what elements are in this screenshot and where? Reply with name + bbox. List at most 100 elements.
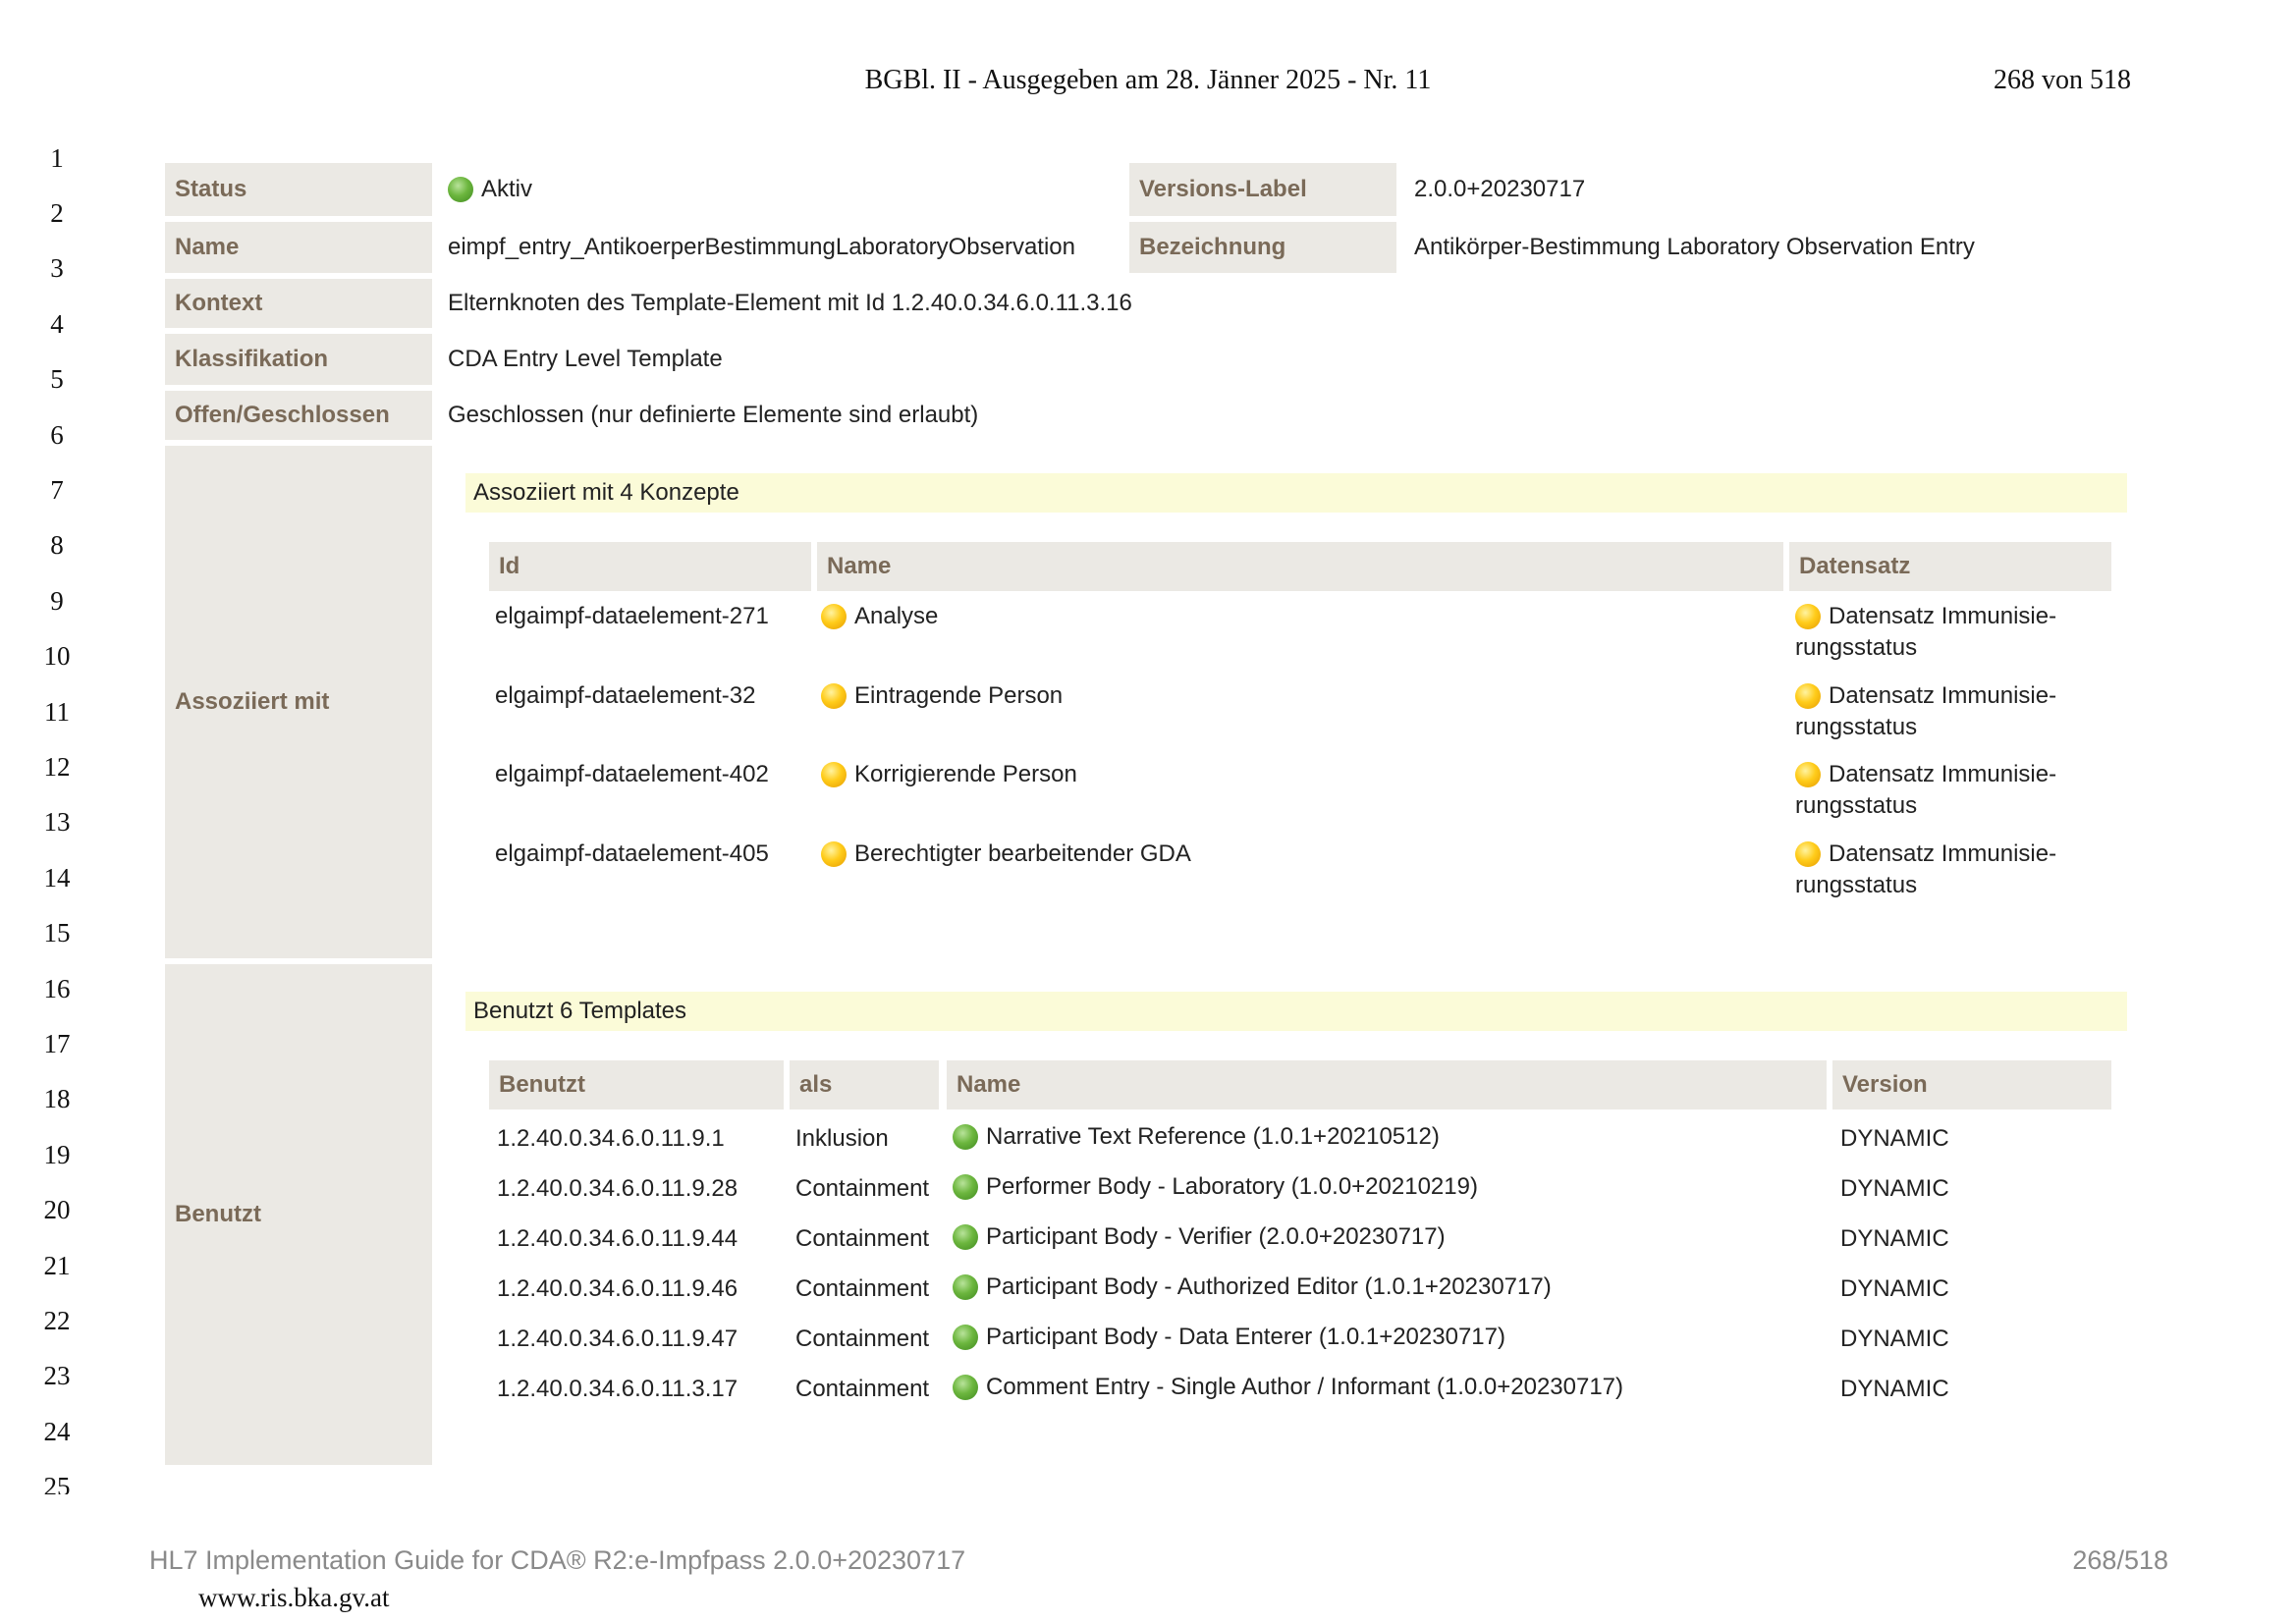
bezeichnung-value: Antikörper-Bestimmung Laboratory Observa… <box>1414 234 1975 260</box>
active-template-icon <box>953 1375 978 1400</box>
template-id: 1.2.40.0.34.6.0.11.9.46 <box>497 1275 738 1302</box>
concept-name: Korrigierende Person <box>821 759 1077 790</box>
active-template-icon <box>953 1224 978 1250</box>
kontext-value: Elternknoten des Template-Element mit Id… <box>448 290 1132 316</box>
footer-page-number: 268/518 <box>2072 1545 2168 1575</box>
concept-icon <box>821 762 847 787</box>
concept-datensatz-cont: rungsstatus <box>1795 872 1918 898</box>
line-number: 25 <box>43 1472 71 1494</box>
concept-name: Analyse <box>821 601 938 632</box>
benutzt-label: Benutzt <box>165 964 432 1465</box>
line-number: 2 <box>50 198 64 228</box>
active-template-icon <box>953 1325 978 1350</box>
line-number-gutter: 1 2 3 4 5 6 7 8 9 10 11 12 13 14 15 16 1… <box>27 143 86 1494</box>
dataset-text: Datensatz Immunisie- <box>1829 603 2057 629</box>
line-number: 20 <box>43 1195 71 1224</box>
bezeichnung-label: Bezeichnung <box>1129 222 1396 273</box>
line-number: 15 <box>43 918 71 947</box>
versions-label-label: Versions-Label <box>1129 163 1396 216</box>
template-als: Containment <box>795 1376 930 1402</box>
concept-icon <box>821 683 847 709</box>
template-version: DYNAMIC <box>1840 1125 1949 1152</box>
klassifikation-label: Klassifikation <box>165 334 432 385</box>
line-number: 17 <box>43 1029 71 1058</box>
concept-datensatz-cont: rungsstatus <box>1795 792 1918 819</box>
versions-label-value: 2.0.0+20230717 <box>1414 176 1586 202</box>
template-als: Containment <box>795 1175 930 1202</box>
benutzt-band: Benutzt 6 Templates <box>465 992 2127 1031</box>
template-col-version: Version <box>1832 1060 2111 1109</box>
line-number: 11 <box>44 697 70 727</box>
template-version: DYNAMIC <box>1840 1225 1949 1252</box>
line-number: 14 <box>43 863 71 893</box>
concept-datensatz: Datensatz Immunisie- <box>1795 839 2056 870</box>
active-template-icon <box>953 1124 978 1150</box>
line-number: 13 <box>43 807 71 837</box>
line-number: 1 <box>50 143 64 173</box>
concept-name: Eintragende Person <box>821 680 1063 712</box>
template-name: Comment Entry - Single Author / Informan… <box>953 1372 1623 1403</box>
dataset-icon <box>1795 762 1821 787</box>
concept-col-datensatz: Datensatz <box>1789 542 2111 591</box>
gazette-header: BGBl. II - Ausgegeben am 28. Jänner 2025… <box>864 65 1432 95</box>
line-number: 7 <box>50 475 64 505</box>
template-version: DYNAMIC <box>1840 1275 1949 1302</box>
line-number: 3 <box>50 253 64 283</box>
template-id: 1.2.40.0.34.6.0.11.9.28 <box>497 1175 738 1202</box>
template-name-text: Participant Body - Authorized Editor (1.… <box>986 1273 1552 1300</box>
line-number: 18 <box>43 1084 71 1113</box>
line-number: 24 <box>43 1417 71 1446</box>
assoziiert-band: Assoziiert mit 4 Konzepte <box>465 473 2127 513</box>
template-id: 1.2.40.0.34.6.0.11.3.17 <box>497 1376 738 1402</box>
template-version: DYNAMIC <box>1840 1376 1949 1402</box>
concept-datensatz: Datensatz Immunisie- <box>1795 759 2056 790</box>
name-label: Name <box>165 222 432 273</box>
template-als: Containment <box>795 1275 930 1302</box>
template-col-name: Name <box>947 1060 1827 1109</box>
template-detail: Status Aktiv Versions-Label 2.0.0+202307… <box>165 163 2127 1465</box>
assoziiert-label: Assoziiert mit <box>165 446 432 958</box>
kontext-label: Kontext <box>165 279 432 328</box>
template-col-benutzt: Benutzt <box>489 1060 784 1109</box>
status-value: Aktiv <box>448 163 532 216</box>
concept-datensatz-cont: rungsstatus <box>1795 714 1918 740</box>
template-name-text: Performer Body - Laboratory (1.0.0+20210… <box>986 1173 1478 1200</box>
template-version: DYNAMIC <box>1840 1175 1949 1202</box>
klassifikation-value: CDA Entry Level Template <box>448 346 723 372</box>
dataset-text: Datensatz Immunisie- <box>1829 761 2057 787</box>
active-template-icon <box>953 1174 978 1200</box>
template-version: DYNAMIC <box>1840 1325 1949 1352</box>
dataset-icon <box>1795 604 1821 629</box>
template-name-text: Participant Body - Verifier (2.0.0+20230… <box>986 1223 1446 1250</box>
concept-id: elgaimpf-dataelement-32 <box>495 682 756 709</box>
dataset-text: Datensatz Immunisie- <box>1829 682 2057 709</box>
concept-name-text: Analyse <box>854 603 939 629</box>
line-number: 10 <box>43 641 71 671</box>
concept-name-text: Berechtigter bearbeitender GDA <box>854 840 1191 867</box>
line-number: 9 <box>50 586 64 616</box>
dataset-icon <box>1795 683 1821 709</box>
name-value: eimpf_entry_AntikoerperBestimmungLaborat… <box>448 234 1075 260</box>
template-id: 1.2.40.0.34.6.0.11.9.44 <box>497 1225 738 1252</box>
concept-icon <box>821 841 847 867</box>
status-label: Status <box>165 163 432 216</box>
line-number: 12 <box>43 752 71 782</box>
active-status-icon <box>448 177 473 202</box>
line-number: 22 <box>43 1306 71 1335</box>
concept-col-name: Name <box>817 542 1783 591</box>
template-name: Participant Body - Data Enterer (1.0.1+2… <box>953 1322 1505 1353</box>
concept-datensatz: Datensatz Immunisie- <box>1795 601 2056 632</box>
concept-col-id: Id <box>489 542 811 591</box>
line-number: 21 <box>43 1251 71 1280</box>
page-counter: 268 von 518 <box>1994 65 2131 95</box>
line-number: 8 <box>50 530 64 560</box>
template-id: 1.2.40.0.34.6.0.11.9.1 <box>497 1125 725 1152</box>
concept-name-text: Korrigierende Person <box>854 761 1077 787</box>
offen-geschlossen-value: Geschlossen (nur definierte Elemente sin… <box>448 402 979 428</box>
template-name: Performer Body - Laboratory (1.0.0+20210… <box>953 1171 1478 1203</box>
line-number: 6 <box>50 420 64 450</box>
template-als: Inklusion <box>795 1125 889 1152</box>
concept-datensatz-cont: rungsstatus <box>1795 634 1918 661</box>
template-name: Narrative Text Reference (1.0.1+20210512… <box>953 1121 1440 1153</box>
template-als: Containment <box>795 1325 930 1352</box>
